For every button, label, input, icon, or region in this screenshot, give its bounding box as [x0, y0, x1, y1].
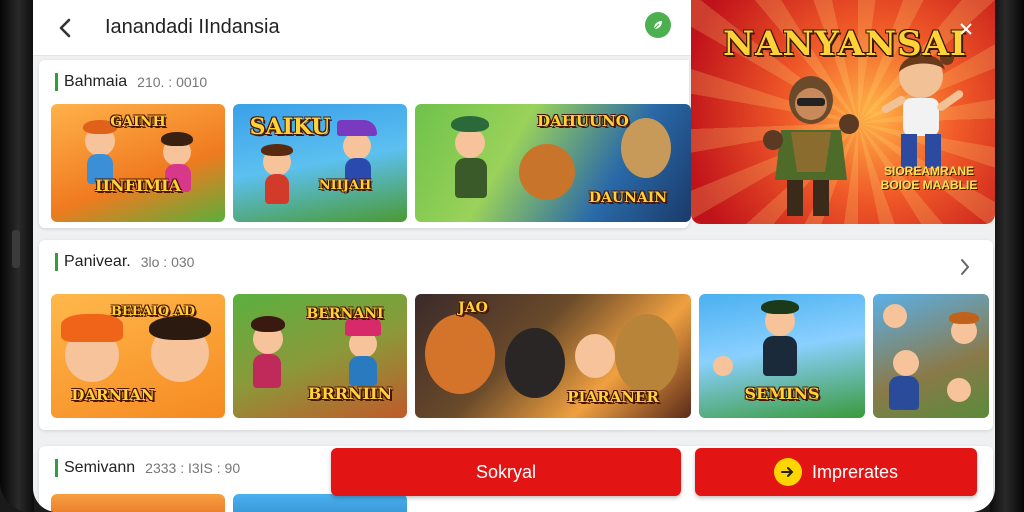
- character-face: [947, 378, 971, 402]
- game-card[interactable]: [51, 494, 225, 512]
- section-meta: 2333 : I3IS : 90: [145, 460, 241, 476]
- card-title-top: JAO: [458, 300, 488, 316]
- card-title-top: DAHUUNO: [537, 112, 629, 130]
- character-body: [889, 376, 919, 410]
- card-title-top: SAIKU: [249, 114, 331, 140]
- game-card[interactable]: [233, 494, 407, 512]
- card-title-top: BEEAIO AD: [110, 304, 196, 319]
- fox-character: [425, 314, 495, 394]
- card-title-bottom: BRRNIIN: [307, 384, 393, 403]
- card-row: GAINH IINFIMIA SAIKU NIIJAH DAHUUNO DAUN…: [51, 104, 691, 222]
- back-button[interactable]: [51, 14, 79, 42]
- game-card[interactable]: [873, 294, 989, 418]
- character-face: [893, 350, 919, 376]
- dog-character: [615, 314, 679, 394]
- character-body: [763, 336, 797, 376]
- card-title-top: BERNANI: [306, 306, 384, 322]
- green-leaf-icon: [653, 21, 662, 30]
- section-bahmaia: Bahmaia 210. : 0010 GAINH IINFIMIA SAIKU…: [39, 60, 691, 228]
- character-hair: [261, 144, 293, 156]
- game-card[interactable]: GAINH IINFIMIA: [51, 104, 225, 222]
- character-hair: [949, 312, 979, 324]
- phone-bezel-left: [0, 0, 34, 512]
- section-meta: 210. : 0010: [137, 74, 208, 90]
- character-hair: [251, 316, 285, 332]
- game-card[interactable]: JAO PIARANER: [415, 294, 691, 418]
- hero-warrior-character: [763, 76, 859, 216]
- section-title: Bahmaia: [64, 73, 128, 90]
- game-card[interactable]: BERNANI BRRNIIN: [233, 294, 407, 418]
- section-accent-bar: [55, 253, 58, 271]
- character-face: [713, 356, 733, 376]
- secondary-action-label: Imprerates: [811, 461, 899, 482]
- secondary-action-button[interactable]: Imprerates: [695, 448, 977, 496]
- section-header: Bahmaia 210. : 0010: [55, 72, 207, 92]
- card-row: BEEAIO AD DARNIAN BERNANI BRRNIIN JAO PI…: [51, 294, 989, 418]
- primary-action-label: Sokryal: [475, 461, 537, 482]
- section-see-more-button[interactable]: [959, 258, 971, 282]
- character-body: [455, 158, 487, 198]
- section-header: Semivann 2333 : I3IS : 90: [55, 458, 240, 478]
- card-title-bottom: NIIJAH: [318, 178, 372, 193]
- character-body: [253, 354, 281, 388]
- character-face: [455, 128, 485, 158]
- hero-title: NANYANSAI: [723, 24, 967, 64]
- phone-bezel-right: [990, 0, 1024, 512]
- game-card[interactable]: BEEAIO AD DARNIAN: [51, 294, 225, 418]
- volume-button: [12, 230, 20, 268]
- card-title-bottom: DARNIAN: [71, 386, 155, 404]
- section-title: Panivear.: [64, 253, 131, 270]
- card-title-bottom: PIARANER: [567, 388, 659, 406]
- character-cap: [761, 300, 799, 314]
- hero-close-button[interactable]: [955, 18, 977, 40]
- close-icon: [960, 23, 972, 35]
- card-title-bottom: IINFIMIA: [94, 176, 182, 195]
- app-screen: Ianandadi IIndansia NANYANSAI SIOREAMRAN…: [33, 0, 995, 512]
- section-accent-bar: [55, 459, 58, 477]
- card-title-bottom: SEMINS: [744, 384, 820, 403]
- card-row: [51, 494, 407, 512]
- game-card[interactable]: DAHUUNO DAUNAIN: [415, 104, 691, 222]
- primary-action-button[interactable]: Sokryal: [331, 448, 681, 496]
- hero-subtitle: SIOREAMRANE BOIOE MAABLIE: [880, 164, 978, 192]
- game-card[interactable]: SEMINS: [699, 294, 865, 418]
- card-title-bottom: DAUNAIN: [588, 190, 668, 206]
- section-header: Panivear. 3lo : 030: [55, 252, 194, 272]
- arrow-right-icon: [773, 458, 802, 486]
- character-body: [349, 356, 377, 386]
- character-face: [575, 334, 615, 378]
- page-title: Ianandadi IIndansia: [105, 16, 280, 38]
- character-hair: [149, 316, 211, 340]
- hero-banner[interactable]: NANYANSAI SIOREAMRANE BOIOE MAABLIE: [691, 0, 995, 224]
- section-accent-bar: [55, 73, 58, 91]
- character-hair: [161, 132, 193, 146]
- status-badge[interactable]: [645, 12, 671, 38]
- character-face: [883, 304, 907, 328]
- chevron-left-icon: [59, 18, 71, 38]
- chevron-right-icon: [961, 259, 970, 275]
- card-title-top: GAINH: [110, 114, 166, 130]
- section-panivear: Panivear. 3lo : 030 BEEAIO AD DARNIAN BE…: [39, 240, 993, 430]
- phone-frame: Ianandadi IIndansia NANYANSAI SIOREAMRAN…: [0, 0, 1024, 512]
- section-meta: 3lo : 030: [140, 254, 195, 270]
- game-card[interactable]: SAIKU NIIJAH: [233, 104, 407, 222]
- app-header: Ianandadi IIndansia: [33, 0, 693, 56]
- section-title: Semivann: [64, 459, 136, 476]
